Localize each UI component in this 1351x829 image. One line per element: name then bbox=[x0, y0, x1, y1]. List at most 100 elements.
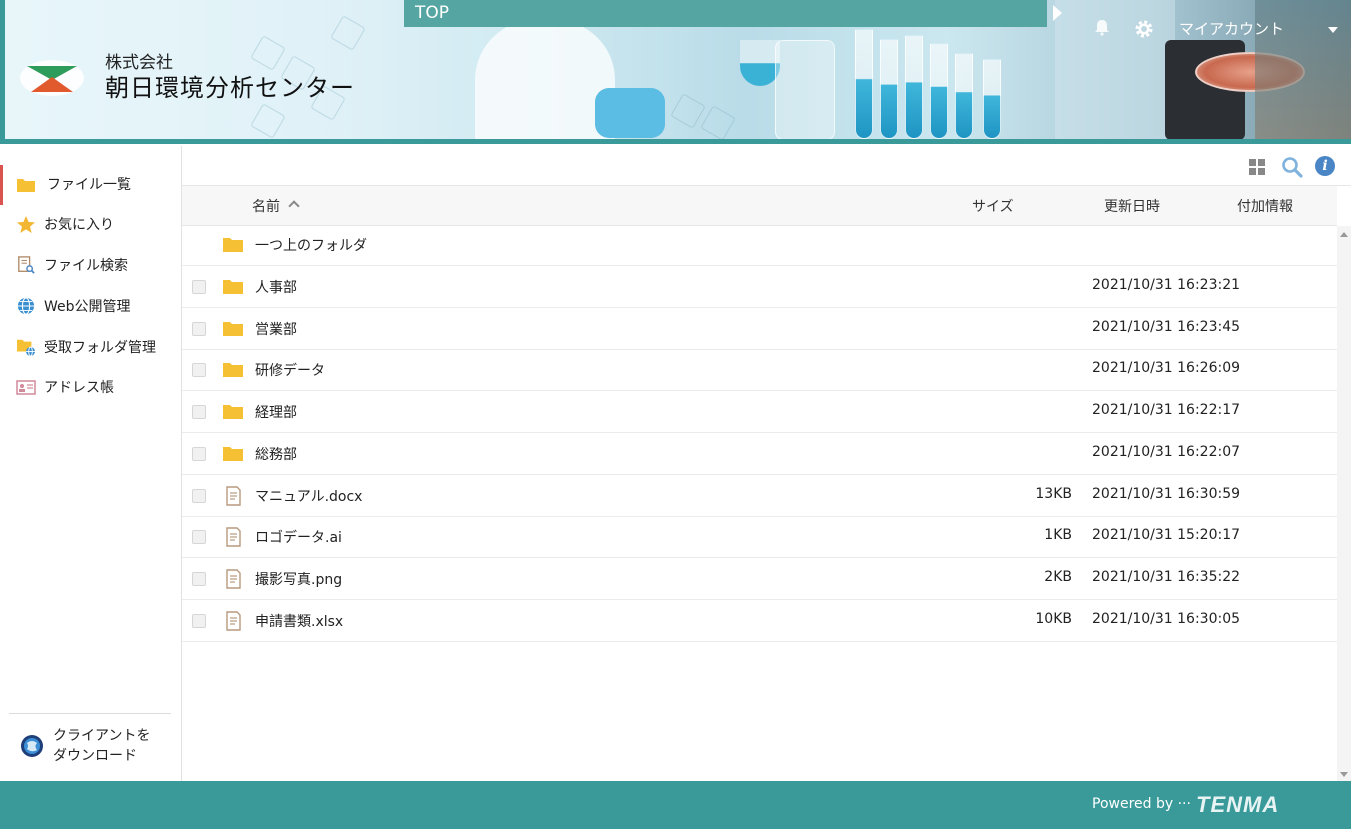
file-name[interactable]: 申請書類.xlsx bbox=[255, 611, 343, 631]
file-updated-date: 2021/10/31 16:22:17 bbox=[1092, 402, 1241, 419]
company-logo bbox=[20, 60, 84, 96]
file-browser: i 名前 サイズ 更新日時 付加情報 一つ上のフォルダ 人事部 2021/10/3… bbox=[182, 146, 1351, 781]
folder-icon bbox=[223, 446, 243, 461]
scroll-up-icon[interactable] bbox=[1340, 232, 1348, 237]
row-checkbox[interactable] bbox=[192, 446, 206, 461]
folder-icon bbox=[223, 363, 243, 378]
column-header-info[interactable]: 付加情報 bbox=[1237, 196, 1293, 216]
file-updated-date: 2021/10/31 16:26:09 bbox=[1092, 360, 1241, 377]
file-size: 1KB bbox=[1044, 527, 1072, 544]
row-checkbox[interactable] bbox=[192, 613, 206, 628]
search-icon[interactable] bbox=[1281, 156, 1303, 178]
star-icon bbox=[17, 216, 35, 233]
table-row[interactable]: 撮影写真.png 2KB 2021/10/31 16:35:22 bbox=[182, 558, 1337, 600]
table-row[interactable]: マニュアル.docx 13KB 2021/10/31 16:30:59 bbox=[182, 475, 1337, 517]
file-name[interactable]: 経理部 bbox=[255, 402, 297, 422]
file-name[interactable]: 研修データ bbox=[255, 360, 325, 380]
sidebar-divider bbox=[9, 713, 171, 714]
breadcrumb-top[interactable]: TOP bbox=[415, 3, 449, 23]
file-updated-date: 2021/10/31 15:20:17 bbox=[1092, 527, 1241, 544]
sidebar: ファイル一覧 お気に入り ファイル検索 Web公開管理 受取フォルダ管理 アドレ… bbox=[0, 146, 182, 781]
download-client-label: クライアントを ダウンロード bbox=[53, 728, 151, 764]
table-row[interactable]: 経理部 2021/10/31 16:22:17 bbox=[182, 391, 1337, 434]
sidebar-item-label: お気に入り bbox=[44, 217, 114, 233]
toolbar: i bbox=[182, 146, 1351, 186]
globe-icon bbox=[17, 297, 35, 315]
file-updated-date: 2021/10/31 16:35:22 bbox=[1092, 568, 1241, 585]
column-header-name[interactable]: 名前 bbox=[252, 196, 280, 216]
file-name[interactable]: 人事部 bbox=[255, 277, 297, 297]
file-updated-date: 2021/10/31 16:22:07 bbox=[1092, 443, 1241, 460]
row-checkbox[interactable] bbox=[192, 530, 206, 545]
sidebar-item-label: アドレス帳 bbox=[44, 380, 114, 396]
row-checkbox[interactable] bbox=[192, 405, 206, 420]
vertical-scrollbar[interactable] bbox=[1337, 226, 1351, 781]
table-row[interactable]: 営業部 2021/10/31 16:23:45 bbox=[182, 308, 1337, 350]
table-row[interactable]: ロゴデータ.ai 1KB 2021/10/31 15:20:17 bbox=[182, 516, 1337, 559]
file-name[interactable]: マニュアル.docx bbox=[255, 486, 362, 506]
sort-ascending-icon[interactable] bbox=[288, 200, 300, 212]
folder-icon bbox=[223, 321, 243, 336]
sidebar-item-file-list[interactable]: ファイル一覧 bbox=[0, 165, 181, 205]
brand-logo: TENMA bbox=[1196, 792, 1280, 817]
bell-icon[interactable] bbox=[1093, 18, 1111, 36]
document-icon bbox=[226, 485, 241, 506]
address-card-icon bbox=[16, 380, 36, 395]
scroll-down-icon[interactable] bbox=[1340, 772, 1348, 777]
sidebar-item-web-publish[interactable]: Web公開管理 bbox=[0, 287, 181, 327]
client-globe-icon bbox=[21, 735, 43, 757]
table-row[interactable]: 申請書類.xlsx 10KB 2021/10/31 16:30:05 bbox=[182, 600, 1337, 642]
folder-globe-icon bbox=[17, 339, 35, 356]
file-updated-date: 2021/10/31 16:30:59 bbox=[1092, 485, 1241, 502]
breadcrumb-arrow-icon[interactable] bbox=[1053, 5, 1062, 21]
document-icon bbox=[226, 569, 241, 589]
app-footer: Powered by ··· TENMA bbox=[0, 781, 1351, 829]
powered-by-label: Powered by ··· bbox=[1092, 796, 1191, 812]
sidebar-item-label: ファイル検索 bbox=[44, 258, 128, 274]
row-checkbox[interactable] bbox=[192, 571, 206, 586]
folder-icon bbox=[17, 179, 35, 192]
grid-view-icon[interactable] bbox=[1249, 159, 1265, 175]
table-row[interactable]: 総務部 2021/10/31 16:22:07 bbox=[182, 433, 1337, 475]
table-header: 名前 サイズ 更新日時 付加情報 bbox=[182, 186, 1337, 226]
table-row[interactable]: 研修データ 2021/10/31 16:26:09 bbox=[182, 349, 1337, 392]
parent-folder-row[interactable]: 一つ上のフォルダ bbox=[182, 226, 1337, 266]
file-name[interactable]: 営業部 bbox=[255, 319, 297, 339]
sidebar-item-file-search[interactable]: ファイル検索 bbox=[0, 246, 181, 286]
company-name: 朝日環境分析センター bbox=[105, 74, 355, 102]
breadcrumb[interactable]: TOP bbox=[404, 0, 1047, 27]
table-row[interactable]: 人事部 2021/10/31 16:23:21 bbox=[182, 266, 1337, 308]
sidebar-item-favorites[interactable]: お気に入り bbox=[0, 205, 181, 245]
row-checkbox[interactable] bbox=[192, 363, 206, 378]
document-icon bbox=[226, 527, 241, 547]
file-updated-date: 2021/10/31 16:30:05 bbox=[1092, 610, 1241, 627]
document-icon bbox=[226, 610, 241, 631]
column-header-updated[interactable]: 更新日時 bbox=[1104, 196, 1160, 216]
folder-icon bbox=[223, 238, 243, 252]
gear-icon[interactable] bbox=[1133, 18, 1155, 40]
file-name[interactable]: 撮影写真.png bbox=[255, 569, 342, 589]
column-header-size[interactable]: サイズ bbox=[972, 196, 1014, 216]
row-checkbox[interactable] bbox=[192, 488, 206, 503]
parent-folder-label[interactable]: 一つ上のフォルダ bbox=[255, 235, 367, 255]
sidebar-item-label: 受取フォルダ管理 bbox=[44, 340, 156, 356]
app-header: 株式会社 朝日環境分析センター TOP マイアカウント bbox=[0, 0, 1351, 144]
row-checkbox[interactable] bbox=[192, 321, 206, 336]
my-account-menu[interactable]: マイアカウント bbox=[1179, 18, 1284, 39]
row-checkbox[interactable] bbox=[192, 280, 206, 294]
chevron-down-icon[interactable] bbox=[1328, 27, 1338, 33]
file-size: 2KB bbox=[1044, 568, 1072, 585]
file-size: 10KB bbox=[1035, 610, 1072, 627]
folder-icon bbox=[223, 405, 243, 420]
sidebar-item-address-book[interactable]: アドレス帳 bbox=[0, 368, 181, 408]
download-client-button[interactable]: クライアントを ダウンロード bbox=[20, 726, 180, 770]
file-updated-date: 2021/10/31 16:23:45 bbox=[1092, 318, 1241, 335]
file-name[interactable]: 総務部 bbox=[255, 444, 297, 464]
sidebar-item-inbox-folder[interactable]: 受取フォルダ管理 bbox=[0, 328, 181, 368]
sidebar-item-label: Web公開管理 bbox=[44, 299, 131, 315]
file-name[interactable]: ロゴデータ.ai bbox=[255, 527, 342, 547]
file-size: 13KB bbox=[1035, 485, 1072, 502]
info-icon[interactable]: i bbox=[1315, 156, 1335, 176]
sidebar-item-label: ファイル一覧 bbox=[47, 177, 131, 193]
file-search-icon bbox=[18, 256, 35, 274]
